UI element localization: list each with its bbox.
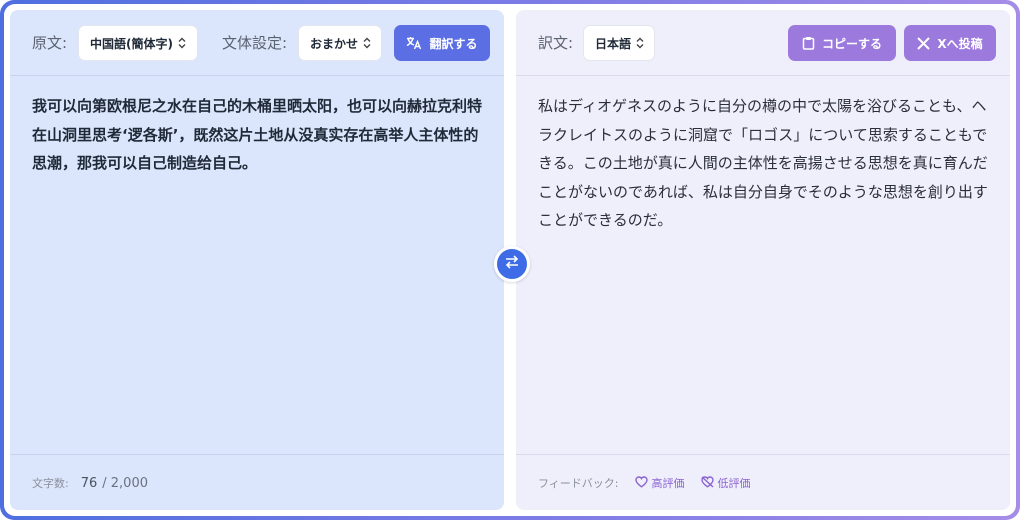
clipboard-icon [802, 36, 815, 50]
translator-container: 原文: 中国語(簡体字) 文体設定: おまかせ 翻訳する 我可以向第欧根尼之水在… [4, 4, 1016, 516]
heart-off-icon [700, 475, 714, 491]
heart-icon [634, 475, 648, 491]
target-footer: フィードバック: 高評価 低評価 [516, 454, 1010, 510]
good-label: 高評価 [651, 477, 685, 490]
translate-button[interactable]: 翻訳する [394, 25, 490, 61]
target-language-value: 日本語 [595, 36, 632, 51]
good-rating-button[interactable]: 高評価 [634, 475, 685, 491]
app-frame: 原文: 中国語(簡体字) 文体設定: おまかせ 翻訳する 我可以向第欧根尼之水在… [0, 0, 1020, 520]
char-count-label: 文字数: [32, 477, 69, 490]
swap-languages-button[interactable] [494, 246, 530, 282]
x-logo-icon [917, 36, 931, 50]
swap-arrows-icon [504, 254, 520, 274]
source-language-value: 中国語(簡体字) [90, 36, 173, 51]
post-to-x-button[interactable]: Xへ投稿 [904, 25, 996, 61]
style-label: 文体設定: [222, 34, 288, 52]
post-label: Xへ投稿 [937, 36, 983, 51]
source-panel: 原文: 中国語(簡体字) 文体設定: おまかせ 翻訳する 我可以向第欧根尼之水在… [10, 10, 504, 510]
source-footer: 文字数: 76 / 2,000 [10, 454, 504, 510]
target-text[interactable]: 私はディオゲネスのように自分の樽の中で太陽を浴びることも、ヘラクレイトスのように… [538, 92, 992, 235]
chevron-up-down-icon [363, 37, 371, 49]
feedback-row: フィードバック: 高評価 低評価 [538, 455, 751, 511]
style-value: おまかせ [310, 36, 359, 51]
source-language-select[interactable]: 中国語(簡体字) [78, 25, 198, 61]
source-text[interactable]: 我可以向第欧根尼之水在自己的木桶里晒太阳，也可以向赫拉克利特在山洞里思考‘逻各斯… [32, 92, 484, 178]
copy-button[interactable]: コピーする [788, 25, 896, 61]
translate-label: 翻訳する [429, 36, 478, 51]
copy-label: コピーする [821, 36, 882, 51]
target-language-select[interactable]: 日本語 [583, 25, 655, 61]
target-panel: 訳文: 日本語 コピーする Xへ投稿 私はディオゲネスのように自分の樽の中で太陽… [516, 10, 1010, 510]
char-limit: / 2,000 [102, 475, 148, 491]
chevron-up-down-icon [636, 37, 644, 49]
source-label: 原文: [32, 34, 68, 52]
bad-label: 低評価 [717, 477, 751, 490]
source-header: 原文: 中国語(簡体字) 文体設定: おまかせ 翻訳する [10, 10, 504, 76]
char-count: 76 [80, 475, 98, 491]
char-counter: 文字数: 76 / 2,000 [32, 455, 148, 511]
target-header: 訳文: 日本語 コピーする Xへ投稿 [516, 10, 1010, 76]
style-select[interactable]: おまかせ [298, 25, 382, 61]
translate-icon [406, 36, 422, 50]
feedback-label: フィードバック: [538, 477, 619, 490]
chevron-up-down-icon [178, 37, 186, 49]
bad-rating-button[interactable]: 低評価 [700, 475, 751, 491]
target-label: 訳文: [538, 34, 574, 52]
